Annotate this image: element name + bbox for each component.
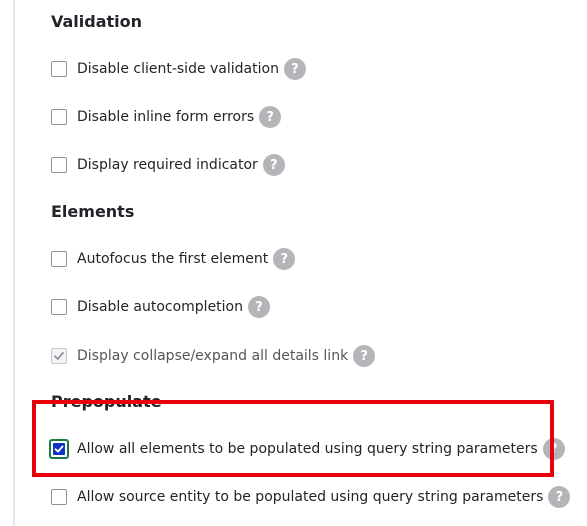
option-label: Disable autocompletion [77,299,243,315]
checkbox[interactable] [51,299,67,315]
option-label: Display collapse/expand all details link [77,348,349,364]
help-icon[interactable]: ? [548,486,571,508]
option-display-required-indicator[interactable]: Display required indicator ? [51,153,285,177]
elements-heading: Elements [51,202,135,221]
highlight-box [32,400,554,477]
option-label: Allow source entity to be populated usin… [77,489,544,505]
left-border [13,0,15,526]
checkbox-disabled-checked [51,348,67,364]
option-label: Disable client-side validation [77,61,279,77]
checkbox[interactable] [51,489,67,505]
help-icon[interactable]: ? [259,106,282,128]
checkbox[interactable] [51,157,67,173]
checkbox[interactable] [51,61,67,77]
validation-heading: Validation [51,12,143,31]
option-label: Display required indicator [77,157,258,173]
option-display-collapse-expand-link: Display collapse/expand all details link… [51,344,376,368]
help-icon[interactable]: ? [353,345,376,367]
option-label: Autofocus the first element [77,251,269,267]
option-disable-autocompletion[interactable]: Disable autocompletion ? [51,295,270,319]
checkbox[interactable] [51,251,67,267]
option-allow-source-entity-query-params[interactable]: Allow source entity to be populated usin… [51,485,571,509]
help-icon[interactable]: ? [262,154,285,176]
check-icon [54,351,64,360]
option-disable-inline-form-errors[interactable]: Disable inline form errors ? [51,105,282,129]
option-autofocus-first-element[interactable]: Autofocus the first element ? [51,247,296,271]
help-icon[interactable]: ? [248,296,270,318]
option-disable-client-side-validation[interactable]: Disable client-side validation ? [51,57,306,81]
help-icon[interactable]: ? [273,248,296,270]
checkbox[interactable] [51,109,67,125]
option-label: Disable inline form errors [77,109,255,125]
help-icon[interactable]: ? [283,58,306,80]
